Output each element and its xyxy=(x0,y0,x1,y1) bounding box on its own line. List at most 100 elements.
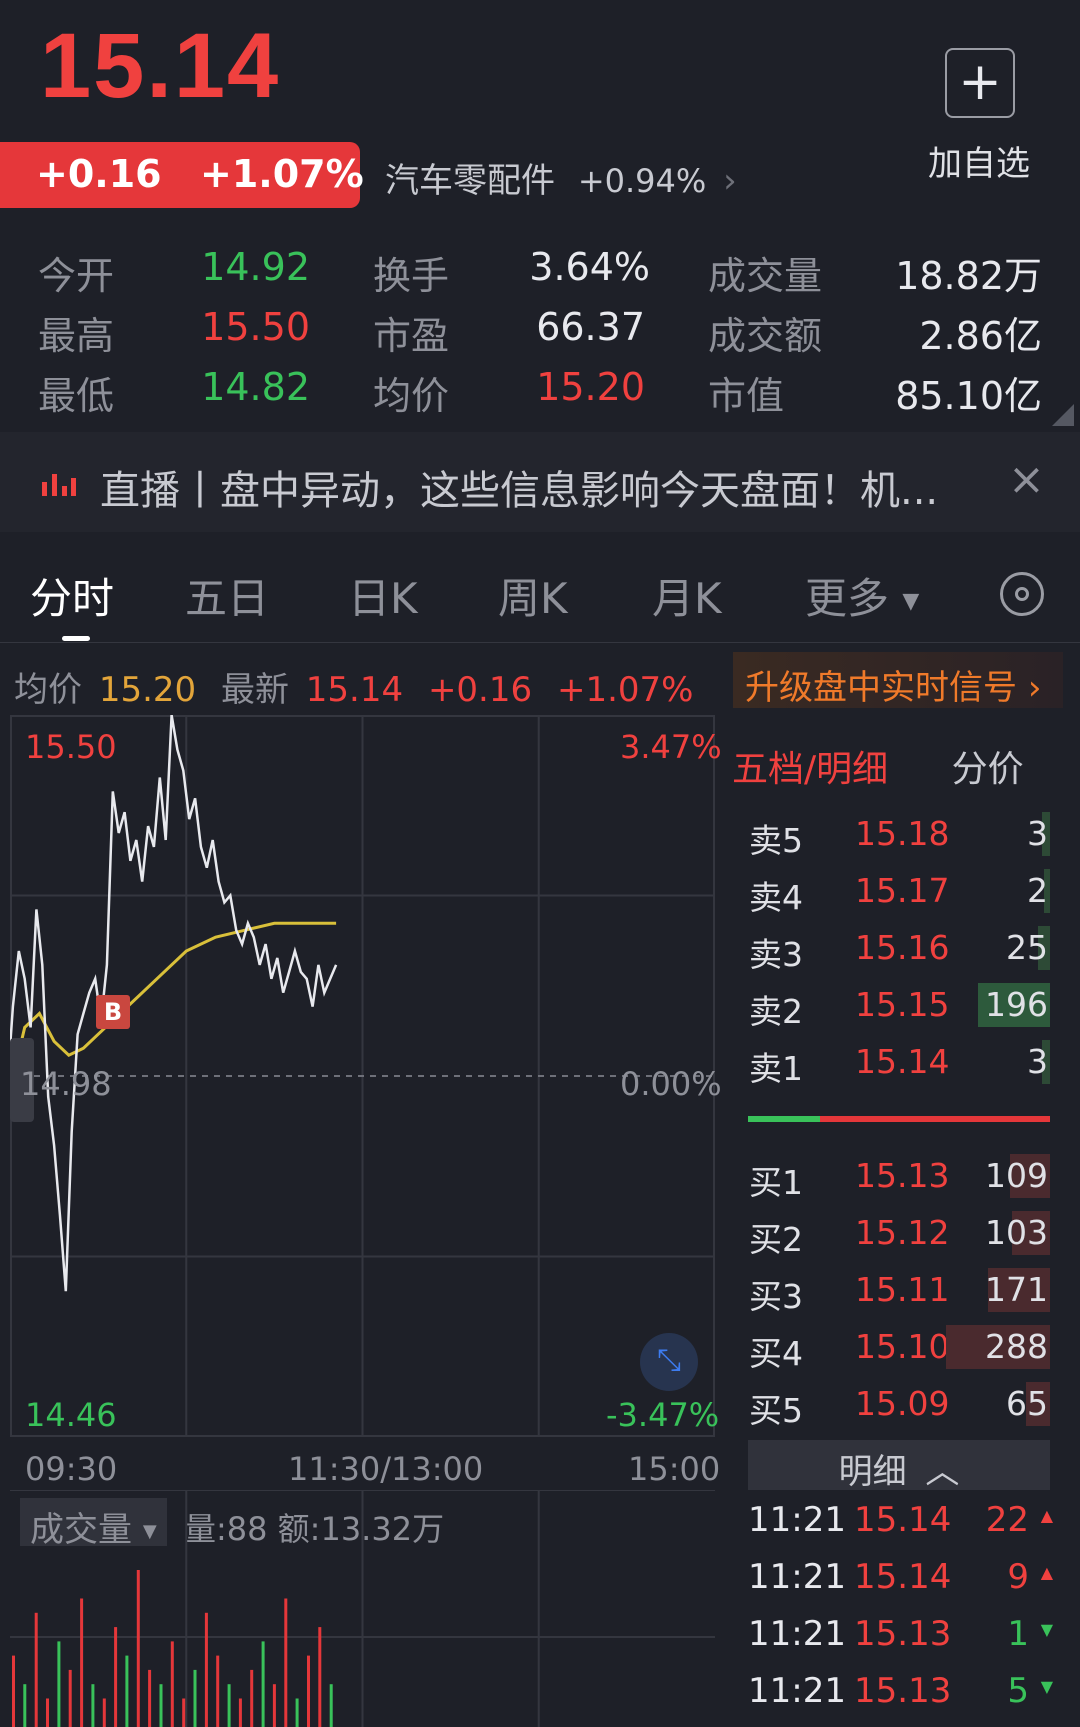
ask-row[interactable]: 卖3 15.16 25 xyxy=(745,922,1050,974)
tab-intraday[interactable]: 分时 xyxy=(30,565,114,626)
ask-row[interactable]: 卖1 15.14 3 xyxy=(745,1036,1050,1088)
volume-bar xyxy=(318,1627,322,1727)
sector-name: 汽车零配件 xyxy=(385,161,555,201)
ask-row[interactable]: 卖2 15.15 196 xyxy=(745,979,1050,1031)
ask-volume: 3 xyxy=(1027,1042,1048,1081)
detail-toggle-button[interactable]: 明细 ︿ xyxy=(748,1440,1050,1492)
tab-more[interactable]: 更多 ▼ xyxy=(805,565,919,626)
tick-volume: 22 xyxy=(985,1500,1029,1540)
volume-bar xyxy=(329,1684,333,1727)
tick-time: 11:21 xyxy=(748,1500,846,1540)
bid-row[interactable]: 买1 15.13 109 xyxy=(745,1150,1050,1202)
volume-value: 18.82万 xyxy=(895,254,1042,298)
chart-latest-label: 最新 xyxy=(220,670,289,710)
price-line xyxy=(10,715,338,1292)
tab-weekly-k[interactable]: 周K xyxy=(498,565,568,626)
time-mid: 11:30/13:00 xyxy=(288,1450,484,1488)
pct-axis-mid: 0.00% xyxy=(620,1065,722,1103)
bid-price: 15.12 xyxy=(855,1213,950,1252)
tab-more-label: 更多 xyxy=(805,574,890,623)
close-icon[interactable]: × xyxy=(1008,454,1045,505)
tab-daily-k[interactable]: 日K xyxy=(348,565,418,626)
sector-change: +0.94% xyxy=(577,162,707,200)
ask-row[interactable]: 卖5 15.18 3 xyxy=(745,808,1050,860)
volume-bar xyxy=(284,1598,288,1727)
ask-volume: 25 xyxy=(1006,928,1048,967)
fullscreen-button[interactable]: ⤡ xyxy=(640,1333,698,1391)
bid-row[interactable]: 买3 15.11 171 xyxy=(745,1264,1050,1316)
sector-link[interactable]: 汽车零配件 +0.94% › xyxy=(385,153,737,202)
tick-time: 11:21 xyxy=(748,1614,846,1654)
buy-marker[interactable]: B xyxy=(96,995,130,1029)
upgrade-signal-button[interactable]: 升级盘中实时信号 › xyxy=(733,652,1063,708)
volume-bar xyxy=(57,1641,61,1727)
volume-bar xyxy=(91,1684,95,1727)
last-price: 15.14 xyxy=(40,15,281,117)
tick-row: 11:21 15.14 22 ▲ xyxy=(748,1500,1053,1556)
tick-row: 11:21 15.13 5 ▼ xyxy=(748,1671,1053,1727)
tab-orderbook[interactable]: 五档/明细 xyxy=(732,749,888,790)
bid-price: 15.11 xyxy=(855,1270,950,1309)
ask-label: 卖4 xyxy=(749,878,803,917)
volume-bar xyxy=(307,1655,310,1727)
down-arrow-icon: ▼ xyxy=(1040,1620,1053,1639)
amount-label: 成交额 xyxy=(708,314,823,358)
bid-volume: 171 xyxy=(985,1270,1048,1309)
volume-bar xyxy=(148,1669,152,1727)
news-banner[interactable]: 直播丨盘中异动，这些信息影响今天盘面！机... × xyxy=(0,432,1080,532)
ask-price: 15.17 xyxy=(855,871,950,910)
volume-bar xyxy=(261,1641,265,1727)
volume-bar xyxy=(182,1698,186,1727)
volume-bar xyxy=(238,1698,242,1727)
up-arrow-icon: ▲ xyxy=(1040,1506,1053,1525)
turnover-label: 换手 xyxy=(373,254,450,298)
volume-bar xyxy=(102,1698,106,1727)
tab-five-day[interactable]: 五日 xyxy=(185,565,269,626)
volume-bar xyxy=(114,1627,118,1727)
low-value: 14.82 xyxy=(201,365,310,409)
settings-icon[interactable] xyxy=(1000,572,1044,616)
expand-corner-icon[interactable] xyxy=(1052,404,1074,426)
tab-price-distribution[interactable]: 分价 xyxy=(952,749,1024,790)
intraday-chart[interactable] xyxy=(10,715,725,1445)
volume-chart xyxy=(10,1490,715,1727)
ask-label: 卖5 xyxy=(749,821,803,860)
volume-bar xyxy=(80,1598,84,1727)
open-label: 今开 xyxy=(38,254,115,298)
tick-price: 15.13 xyxy=(854,1614,952,1654)
avg-price-label: 均价 xyxy=(373,374,450,418)
chart-grid xyxy=(10,715,715,1437)
chart-header: 均价 15.20 最新 15.14 +0.16 +1.07% xyxy=(14,662,693,711)
tick-price: 15.14 xyxy=(854,1500,952,1540)
tick-price: 15.14 xyxy=(854,1557,952,1597)
ask-price: 15.16 xyxy=(855,928,950,967)
bid-volume: 288 xyxy=(985,1327,1048,1366)
tick-time: 11:21 xyxy=(748,1557,846,1597)
volume-bar xyxy=(272,1684,276,1727)
ask-row[interactable]: 卖4 15.17 2 xyxy=(745,865,1050,917)
bid-price: 15.13 xyxy=(855,1156,950,1195)
news-text: 直播丨盘中异动，这些信息影响今天盘面！机... xyxy=(100,468,939,514)
tick-row: 11:21 15.13 1 ▼ xyxy=(748,1614,1053,1670)
volume-bar xyxy=(136,1570,140,1727)
tick-row: 11:21 15.14 9 ▲ xyxy=(748,1557,1053,1613)
pe-value: 66.37 xyxy=(536,305,645,349)
tab-monthly-k[interactable]: 月K xyxy=(652,565,722,626)
bid-row[interactable]: 买4 15.10 288 xyxy=(745,1321,1050,1373)
bid-row[interactable]: 买2 15.12 103 xyxy=(745,1207,1050,1259)
volume-bar xyxy=(295,1698,299,1727)
open-value: 14.92 xyxy=(201,245,310,289)
pct-axis-top: 3.47% xyxy=(620,728,722,766)
volume-bar xyxy=(68,1669,72,1727)
time-start: 09:30 xyxy=(25,1450,118,1488)
change-value: +0.16 xyxy=(36,152,162,196)
volume-bar xyxy=(125,1655,129,1727)
volume-bar xyxy=(12,1655,15,1727)
volume-bar xyxy=(159,1684,163,1727)
chart-avg-value: 15.20 xyxy=(98,670,197,710)
bid-row[interactable]: 买5 15.09 65 xyxy=(745,1378,1050,1430)
add-watchlist-button[interactable]: + 加自选 xyxy=(920,48,1040,188)
tick-volume: 9 xyxy=(1007,1557,1029,1597)
chevron-up-icon: ︿ xyxy=(925,1452,960,1492)
ask-price: 15.14 xyxy=(855,1042,950,1081)
